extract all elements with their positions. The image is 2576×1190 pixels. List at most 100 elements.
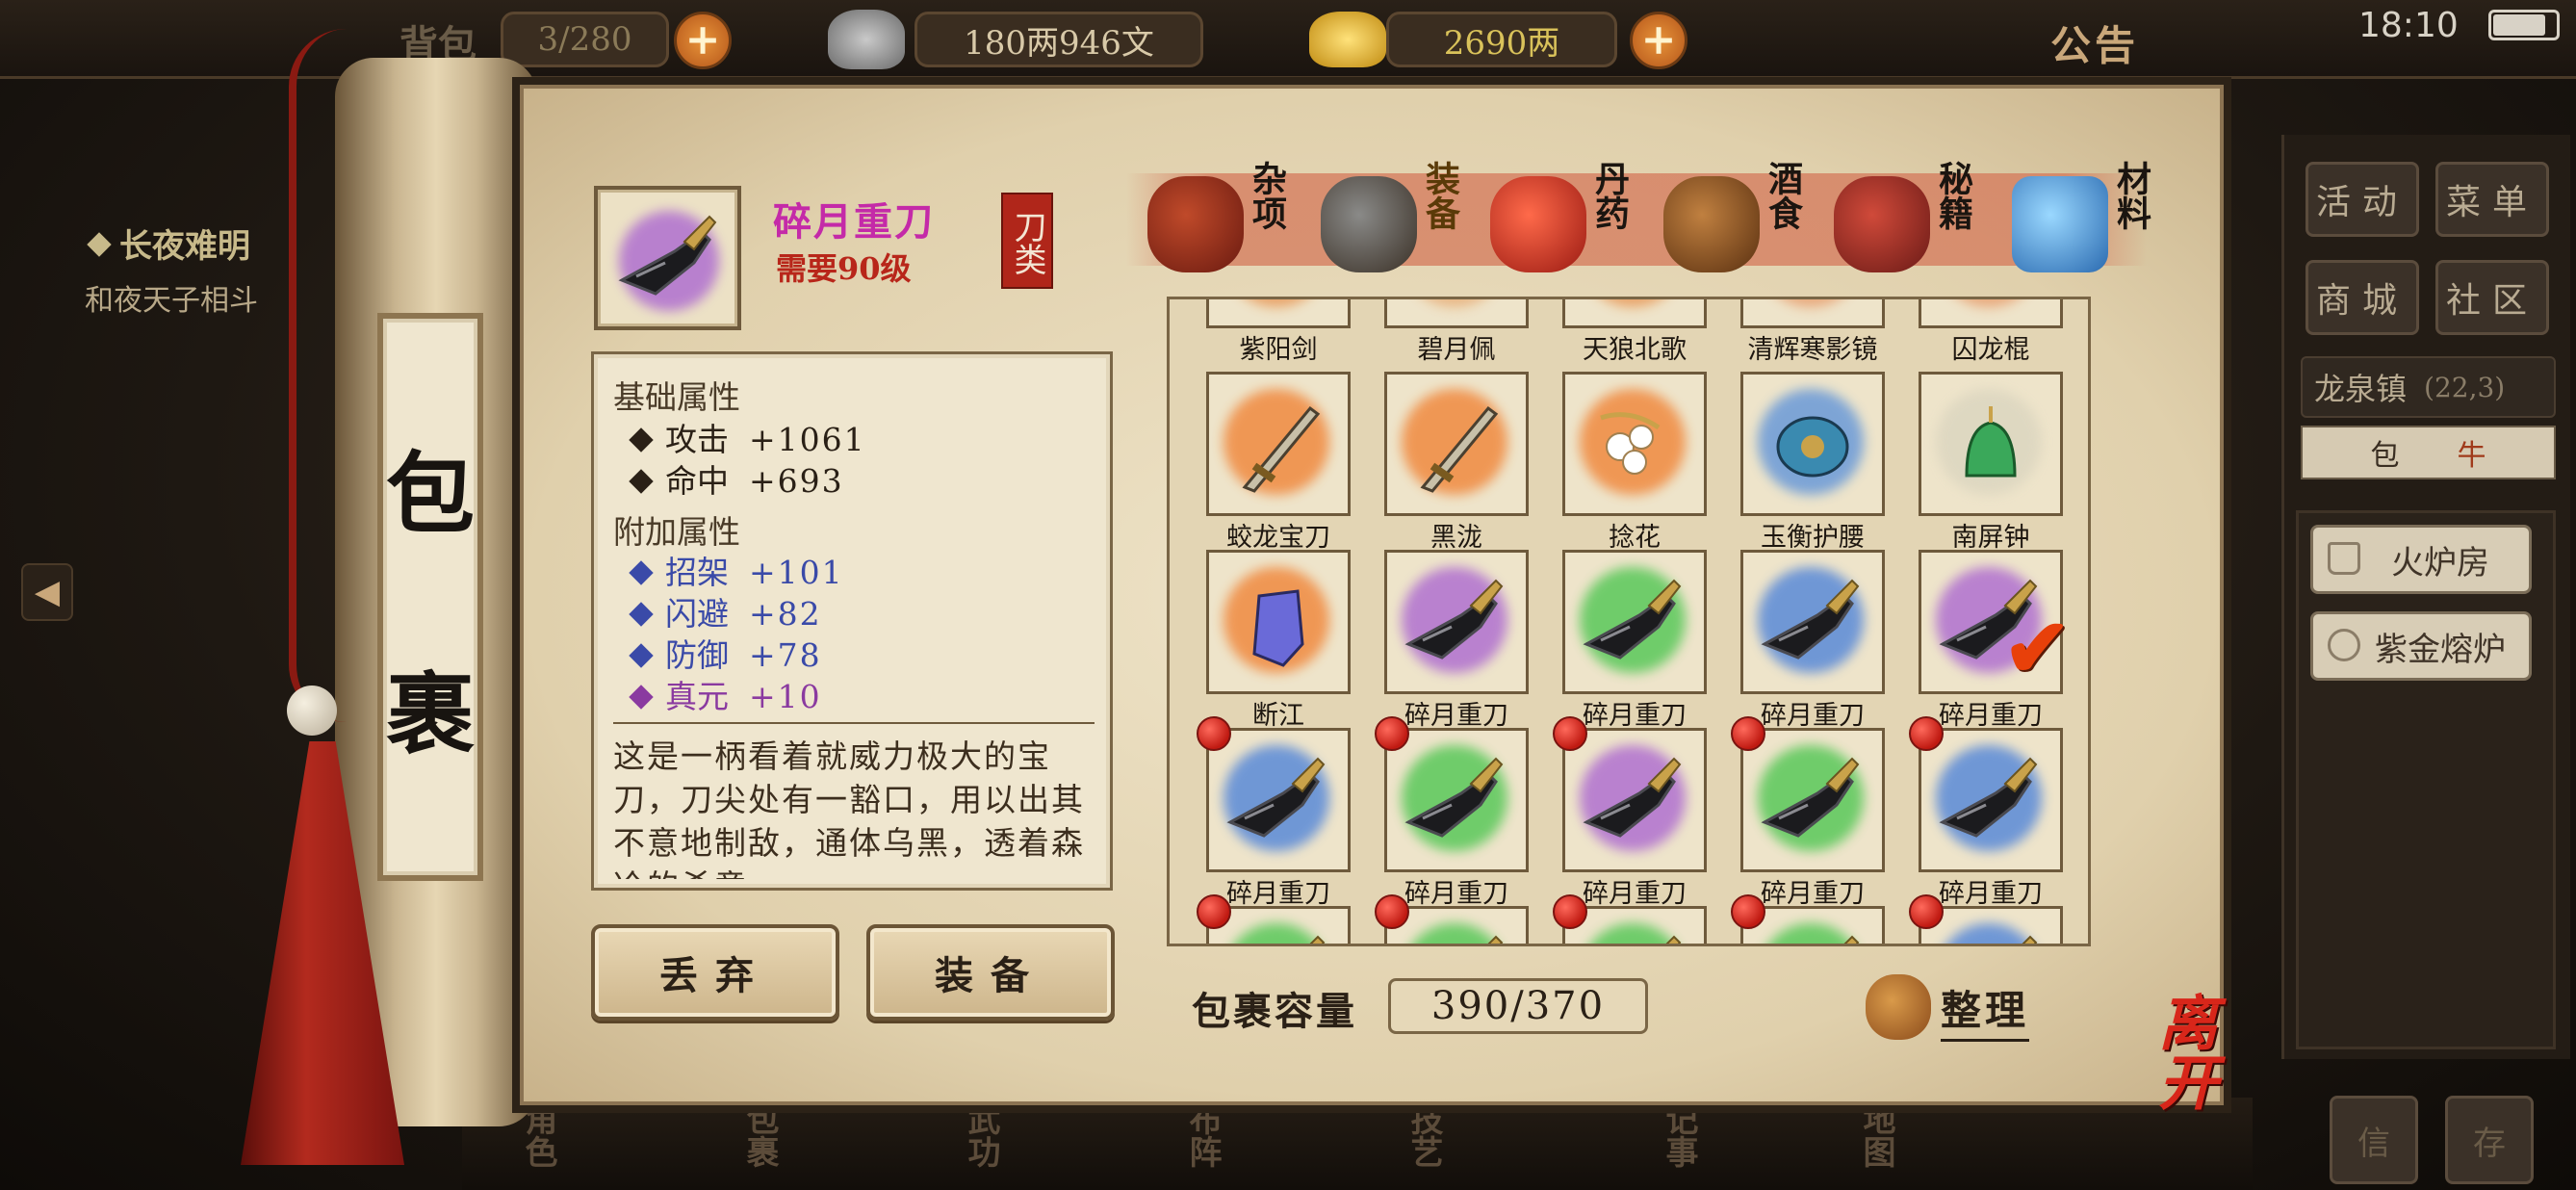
storage-button[interactable]: 存 <box>2445 1096 2534 1184</box>
inventory-slot[interactable]: 碎月重刀 <box>1384 550 1529 731</box>
equip-button[interactable]: 装备 <box>866 924 1115 1021</box>
tab-label: 装备 <box>1420 161 1460 230</box>
new-item-badge <box>1375 894 1409 929</box>
item-type-stamp: 刀类 <box>1001 193 1053 289</box>
capacity-value: 390/370 <box>1388 978 1648 1034</box>
tab-equipment[interactable]: 装备 <box>1321 159 1484 284</box>
inventory-slot[interactable] <box>1375 894 1529 944</box>
location-coord: (22,3) <box>2424 371 2506 403</box>
inventory-slot[interactable]: 碎月重刀 <box>1197 716 1351 909</box>
inventory-slot[interactable]: 碎月重刀 <box>1740 550 1885 731</box>
blade-icon <box>1404 297 1509 307</box>
inventory-slot[interactable]: 玉衡护腰 <box>1740 372 1885 553</box>
nav-bag[interactable]: 包裹 <box>736 1102 784 1168</box>
inventory-slot[interactable]: 蛟龙宝刀 <box>1206 372 1351 553</box>
item-attributes-box: 基础属性 攻击 +1061 命中 +693 附加属性 招架 +101 闪避 +8… <box>591 351 1113 891</box>
inventory-slot[interactable]: 天狼北歌 <box>1562 297 1707 365</box>
collapse-arrow-icon[interactable]: ◀ <box>21 563 73 621</box>
tab-misc[interactable]: 杂项 <box>1147 159 1311 284</box>
inventory-slot[interactable]: 碎月重刀 <box>1731 716 1885 909</box>
tab-label: 材料 <box>2111 161 2151 230</box>
inventory-slot[interactable]: 黑泷 <box>1384 372 1529 553</box>
inventory-slot[interactable] <box>1731 894 1885 944</box>
tassel-cord-icon <box>289 29 347 722</box>
inventory-slot[interactable] <box>1197 894 1351 944</box>
scroll-title-label: 包 裹 <box>377 313 483 881</box>
nav-formation[interactable]: 布阵 <box>1179 1102 1226 1168</box>
new-item-badge <box>1375 716 1409 751</box>
blade-icon <box>1487 935 1504 944</box>
slot-item-name: 囚龙棍 <box>1951 335 2030 365</box>
inventory-slot[interactable]: 清辉寒影镜 <box>1740 297 1885 365</box>
new-item-badge <box>1553 716 1587 751</box>
selected-item-level: 需要90级 <box>776 250 912 287</box>
discard-button[interactable]: 丢弃 <box>591 924 839 1021</box>
inventory-slot[interactable]: 断江 <box>1206 550 1351 731</box>
gold-add-button[interactable]: + <box>1630 12 1687 69</box>
selected-item-name: 碎月重刀 <box>773 199 935 245</box>
item-description[interactable]: 这是一柄看着就威力极大的宝刀，刀尖处有一豁口，用以出其不意地制敌，通体乌黑，透着… <box>613 735 1095 879</box>
inventory-slot[interactable]: 捻花 <box>1562 372 1707 553</box>
menu-button[interactable]: 菜单 <box>2435 162 2549 237</box>
scroll-title-char: 包 <box>385 442 475 546</box>
capacity-label: 包裹容量 <box>1192 989 1357 1034</box>
tab-pills[interactable]: 丹药 <box>1490 159 1654 284</box>
attr-row: 防御 +78 <box>615 630 822 676</box>
blade-icon <box>1225 297 1331 307</box>
quest-title: 长夜难明 <box>119 227 250 266</box>
inventory-slot[interactable] <box>1553 894 1707 944</box>
slot-item-name: 清辉寒影镜 <box>1747 335 1878 365</box>
mail-button[interactable]: 信 <box>2330 1096 2418 1184</box>
inventory-slot[interactable]: 南屏钟 <box>1919 372 2063 553</box>
blade-icon <box>618 215 717 296</box>
new-item-badge <box>1909 716 1944 751</box>
inventory-slot[interactable]: 碎月重刀 <box>1909 716 2063 909</box>
nav-journal[interactable]: 记事 <box>1656 1102 1703 1168</box>
inventory-slot[interactable]: 碎月重刀 <box>1562 550 1707 731</box>
blade-icon <box>1226 757 1326 838</box>
community-button[interactable]: 社区 <box>2435 260 2549 335</box>
inventory-slot[interactable]: ✔ 碎月重刀 <box>1919 550 2071 731</box>
blade-icon <box>1309 935 1326 944</box>
inventory-grid: 紫阳剑 碧月佩 天狼北歌 清辉寒影镜 囚龙棍 蛟龙宝刀 黑泷 捻花 玉衡护腰 南屏钟 断江 碎月重刀碎… <box>1167 297 2091 946</box>
activity-button[interactable]: 活动 <box>2306 162 2419 237</box>
notice-button[interactable]: 公告 <box>2050 13 2139 72</box>
blade-icon <box>1939 757 2038 838</box>
minimap-strip[interactable]: 包 牛 <box>2301 426 2556 479</box>
tab-manuals[interactable]: 秘籍 <box>1834 159 1997 284</box>
inventory-slot[interactable] <box>1909 894 2063 944</box>
location-bar: 龙泉镇 (22,3) <box>2301 356 2556 418</box>
nav-skills[interactable]: 技艺 <box>1401 1102 1448 1168</box>
blade-icon <box>1938 297 2044 307</box>
slot-item-name: 蛟龙宝刀 <box>1226 523 1330 553</box>
cauldron-icon <box>2328 629 2360 661</box>
inventory-slot[interactable]: 碧月佩 <box>1384 297 1529 365</box>
crystal-icon <box>2012 176 2108 272</box>
inventory-slot[interactable]: 碎月重刀 <box>1553 716 1707 909</box>
extra-attrs-header: 附加属性 <box>613 513 740 551</box>
slot-item-name: 黑泷 <box>1430 523 1482 553</box>
tab-label: 秘籍 <box>1933 161 1973 230</box>
sort-button[interactable]: 整理 <box>1941 978 2030 1042</box>
blade-icon <box>1760 297 1866 307</box>
inventory-slot[interactable]: 囚龙棍 <box>1919 297 2063 365</box>
blade-icon <box>1761 757 1860 838</box>
sword-icon <box>1242 405 1321 493</box>
inventory-slot[interactable]: 碎月重刀 <box>1375 716 1529 909</box>
inventory-slot[interactable]: 紫阳剑 <box>1206 297 1351 365</box>
divider <box>613 722 1095 724</box>
book-icon <box>1834 176 1930 272</box>
tab-food[interactable]: 酒食 <box>1663 159 1827 284</box>
new-item-badge <box>1197 894 1231 929</box>
bag-add-button[interactable]: + <box>674 12 732 69</box>
nav-map[interactable]: 地图 <box>1853 1102 1900 1168</box>
quest-diamond-icon <box>87 232 112 257</box>
blade-icon <box>1582 297 1687 307</box>
slot-item-name: 玉衡护腰 <box>1761 523 1865 553</box>
shop-button[interactable]: 商城 <box>2306 260 2419 335</box>
battery-icon <box>2488 10 2560 40</box>
leave-button[interactable]: 离开 <box>2148 992 2268 1117</box>
nav-martial-arts[interactable]: 武功 <box>958 1102 1005 1168</box>
bottom-nav-bar <box>462 1098 2253 1190</box>
tab-materials[interactable]: 材料 <box>2012 159 2176 284</box>
